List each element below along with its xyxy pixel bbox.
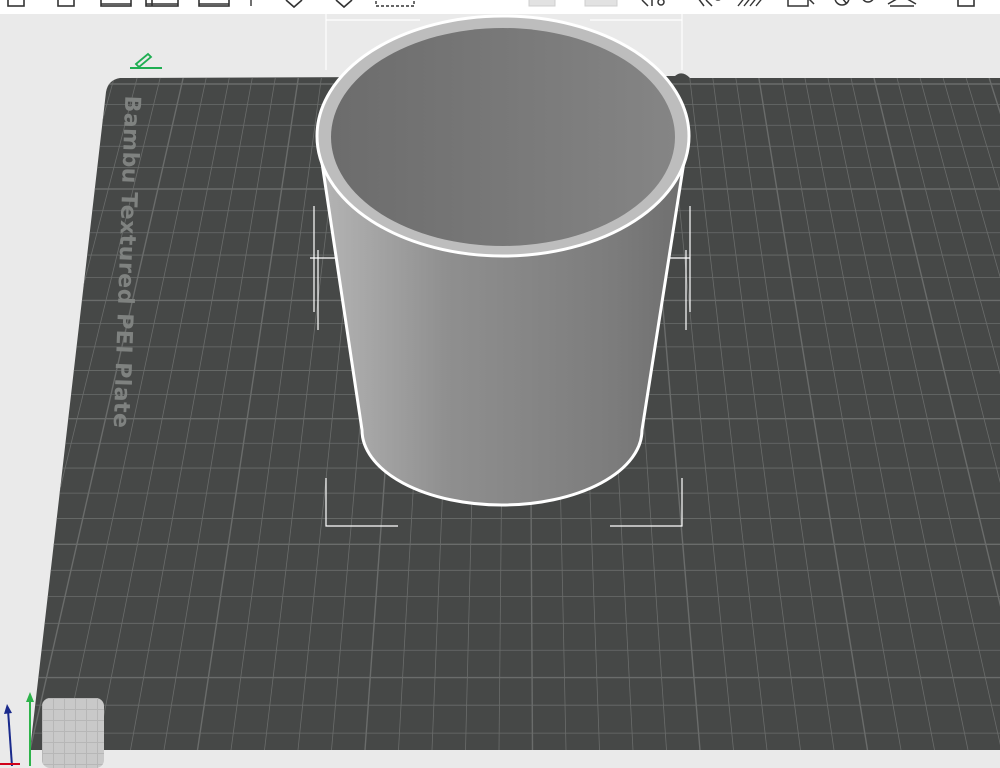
split-icon[interactable]	[246, 0, 256, 10]
plate-thumbnail[interactable]	[42, 698, 104, 768]
move-icon[interactable]	[334, 0, 354, 10]
3d-viewport[interactable]: Bambu Textured PEI Plate	[0, 14, 1000, 768]
rotate-icon[interactable]	[374, 0, 418, 10]
add-plate-icon[interactable]	[56, 0, 78, 10]
grid-line	[30, 77, 46, 750]
overflow-icon[interactable]	[956, 0, 978, 10]
text-icon[interactable]	[736, 0, 768, 10]
layer-icon[interactable]	[886, 0, 922, 10]
top-toolbar	[0, 0, 1000, 14]
color-paint-icon[interactable]	[694, 0, 726, 10]
measure-icon[interactable]	[786, 0, 818, 10]
variable-height-icon[interactable]	[858, 0, 880, 10]
lay-flat-icon[interactable]	[198, 0, 232, 10]
arrange-icon[interactable]	[100, 0, 134, 10]
orient-icon[interactable]	[144, 0, 182, 10]
grid-line	[0, 78, 22, 750]
cylinder-cup[interactable]	[315, 14, 691, 507]
plate-icon[interactable]	[6, 0, 28, 10]
support-paint-icon[interactable]	[584, 0, 620, 10]
scene	[0, 14, 1000, 750]
seam-paint-icon[interactable]	[638, 0, 674, 10]
scale-icon[interactable]	[528, 0, 558, 10]
assembly-icon[interactable]	[832, 0, 854, 10]
cut-icon[interactable]	[284, 0, 304, 10]
